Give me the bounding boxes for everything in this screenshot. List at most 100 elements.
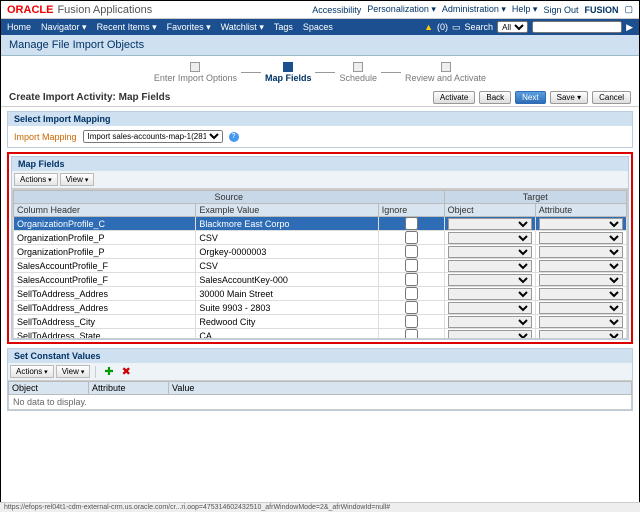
page-title: Manage File Import Objects [1, 35, 639, 56]
search-scope[interactable]: All [497, 21, 528, 33]
object-select[interactable] [448, 274, 532, 286]
cv-empty: No data to display. [9, 395, 632, 410]
cell-column-header: OrganizationProfile_C [14, 217, 196, 231]
table-row[interactable]: SellToAddress_StateCA [14, 329, 627, 340]
table-row[interactable]: OrganizationProfile_CBlackmore East Corp… [14, 217, 627, 231]
cv-view-menu[interactable]: View [56, 365, 91, 378]
cell-column-header: SellToAddress_Addres [14, 301, 196, 315]
col-column-header[interactable]: Column Header [14, 204, 196, 217]
table-row[interactable]: SalesAccountProfile_FSalesAccountKey-000 [14, 273, 627, 287]
link-accessibility[interactable]: Accessibility [312, 5, 361, 15]
attribute-select[interactable] [539, 260, 623, 272]
object-select[interactable] [448, 246, 532, 258]
view-menu[interactable]: View [60, 173, 95, 186]
ignore-checkbox[interactable] [405, 315, 418, 328]
attribute-select[interactable] [539, 232, 623, 244]
table-row[interactable]: SellToAddress_AddresSuite 9903 - 2803 [14, 301, 627, 315]
nav-navigator[interactable]: Navigator ▾ [41, 22, 87, 33]
search-label: Search [465, 22, 494, 32]
help-icon[interactable]: ? [229, 132, 239, 142]
actions-menu[interactable]: Actions [14, 173, 58, 186]
attribute-select[interactable] [539, 246, 623, 258]
link-signout[interactable]: Sign Out [543, 5, 578, 15]
cv-col-attribute[interactable]: Attribute [89, 382, 169, 395]
add-row-icon[interactable]: ✚ [101, 365, 116, 378]
ignore-checkbox[interactable] [405, 287, 418, 300]
attribute-select[interactable] [539, 302, 623, 314]
user-label: FUSION [584, 5, 618, 15]
activate-button[interactable]: Activate [433, 91, 475, 104]
wiz-step-3[interactable]: Schedule [339, 62, 377, 83]
attribute-select[interactable] [539, 330, 623, 340]
col-group-target: Target [444, 191, 626, 204]
search-input[interactable] [532, 21, 622, 33]
link-help[interactable]: Help ▾ [512, 4, 538, 15]
cell-column-header: SellToAddress_Addres [14, 287, 196, 301]
nav-watchlist[interactable]: Watchlist ▾ [221, 22, 264, 33]
ignore-checkbox[interactable] [405, 245, 418, 258]
cv-col-object[interactable]: Object [9, 382, 89, 395]
cell-column-header: SalesAccountProfile_F [14, 259, 196, 273]
nav-favorites[interactable]: Favorites ▾ [167, 22, 211, 33]
search-go-icon[interactable]: ▶ [626, 22, 633, 33]
nav-recent[interactable]: Recent Items ▾ [97, 22, 157, 33]
cv-col-value[interactable]: Value [169, 382, 632, 395]
object-select[interactable] [448, 260, 532, 272]
back-button[interactable]: Back [479, 91, 511, 104]
cell-column-header: SalesAccountProfile_F [14, 273, 196, 287]
attribute-select[interactable] [539, 274, 623, 286]
ignore-checkbox[interactable] [405, 273, 418, 286]
table-row[interactable]: SalesAccountProfile_FCSV [14, 259, 627, 273]
logo-product: Fusion Applications [57, 4, 152, 16]
map-fields-header: Map Fields [12, 157, 628, 171]
wiz-step-4[interactable]: Review and Activate [405, 62, 486, 83]
link-administration[interactable]: Administration ▾ [442, 4, 506, 15]
section-header: Select Import Mapping [8, 112, 632, 126]
object-select[interactable] [448, 302, 532, 314]
user-square-icon[interactable]: ▢ [624, 4, 633, 15]
import-mapping-select[interactable]: Import sales-accounts-map-1(281) [83, 130, 223, 143]
col-example-value[interactable]: Example Value [196, 204, 378, 217]
nav-home[interactable]: Home [7, 22, 31, 32]
global-nav: Home Navigator ▾ Recent Items ▾ Favorite… [1, 19, 639, 35]
link-personalization[interactable]: Personalization ▾ [367, 4, 436, 15]
table-row[interactable]: OrganizationProfile_PCSV [14, 231, 627, 245]
wiz-step-1[interactable]: Enter Import Options [154, 62, 237, 83]
ignore-checkbox[interactable] [405, 329, 418, 339]
col-ignore[interactable]: Ignore [378, 204, 444, 217]
object-select[interactable] [448, 218, 532, 230]
table-row[interactable]: SellToAddress_CityRedwood City [14, 315, 627, 329]
cell-example-value: SalesAccountKey-000 [196, 273, 378, 287]
ignore-checkbox[interactable] [405, 301, 418, 314]
subheader-title: Create Import Activity: Map Fields [9, 92, 170, 103]
table-row[interactable]: SellToAddress_Addres30000 Main Street [14, 287, 627, 301]
object-select[interactable] [448, 232, 532, 244]
cell-column-header: SellToAddress_State [14, 329, 196, 340]
next-button[interactable]: Next [515, 91, 545, 104]
save-button[interactable]: Save ▾ [550, 91, 588, 104]
header-links: Accessibility Personalization ▾ Administ… [312, 4, 633, 15]
nav-tags[interactable]: Tags [274, 22, 293, 32]
object-select[interactable] [448, 288, 532, 300]
col-attribute[interactable]: Attribute [535, 204, 626, 217]
nav-spaces[interactable]: Spaces [303, 22, 333, 32]
cell-example-value: CA [196, 329, 378, 340]
object-select[interactable] [448, 330, 532, 340]
attribute-select[interactable] [539, 218, 623, 230]
attribute-select[interactable] [539, 316, 623, 328]
ignore-checkbox[interactable] [405, 217, 418, 230]
cv-actions-menu[interactable]: Actions [10, 365, 54, 378]
map-fields-table-wrap[interactable]: Source Target Column Header Example Valu… [12, 189, 628, 339]
ignore-checkbox[interactable] [405, 259, 418, 272]
delete-row-icon[interactable]: ✖ [119, 365, 134, 378]
col-group-source: Source [14, 191, 445, 204]
col-object[interactable]: Object [444, 204, 535, 217]
notif-icon[interactable]: ▲ [424, 22, 433, 32]
ignore-checkbox[interactable] [405, 231, 418, 244]
attribute-select[interactable] [539, 288, 623, 300]
object-select[interactable] [448, 316, 532, 328]
flag-icon[interactable]: ▭ [452, 22, 461, 33]
wiz-step-2[interactable]: Map Fields [265, 62, 312, 83]
table-row[interactable]: OrganizationProfile_POrgkey-0000003 [14, 245, 627, 259]
cancel-button[interactable]: Cancel [592, 91, 631, 104]
